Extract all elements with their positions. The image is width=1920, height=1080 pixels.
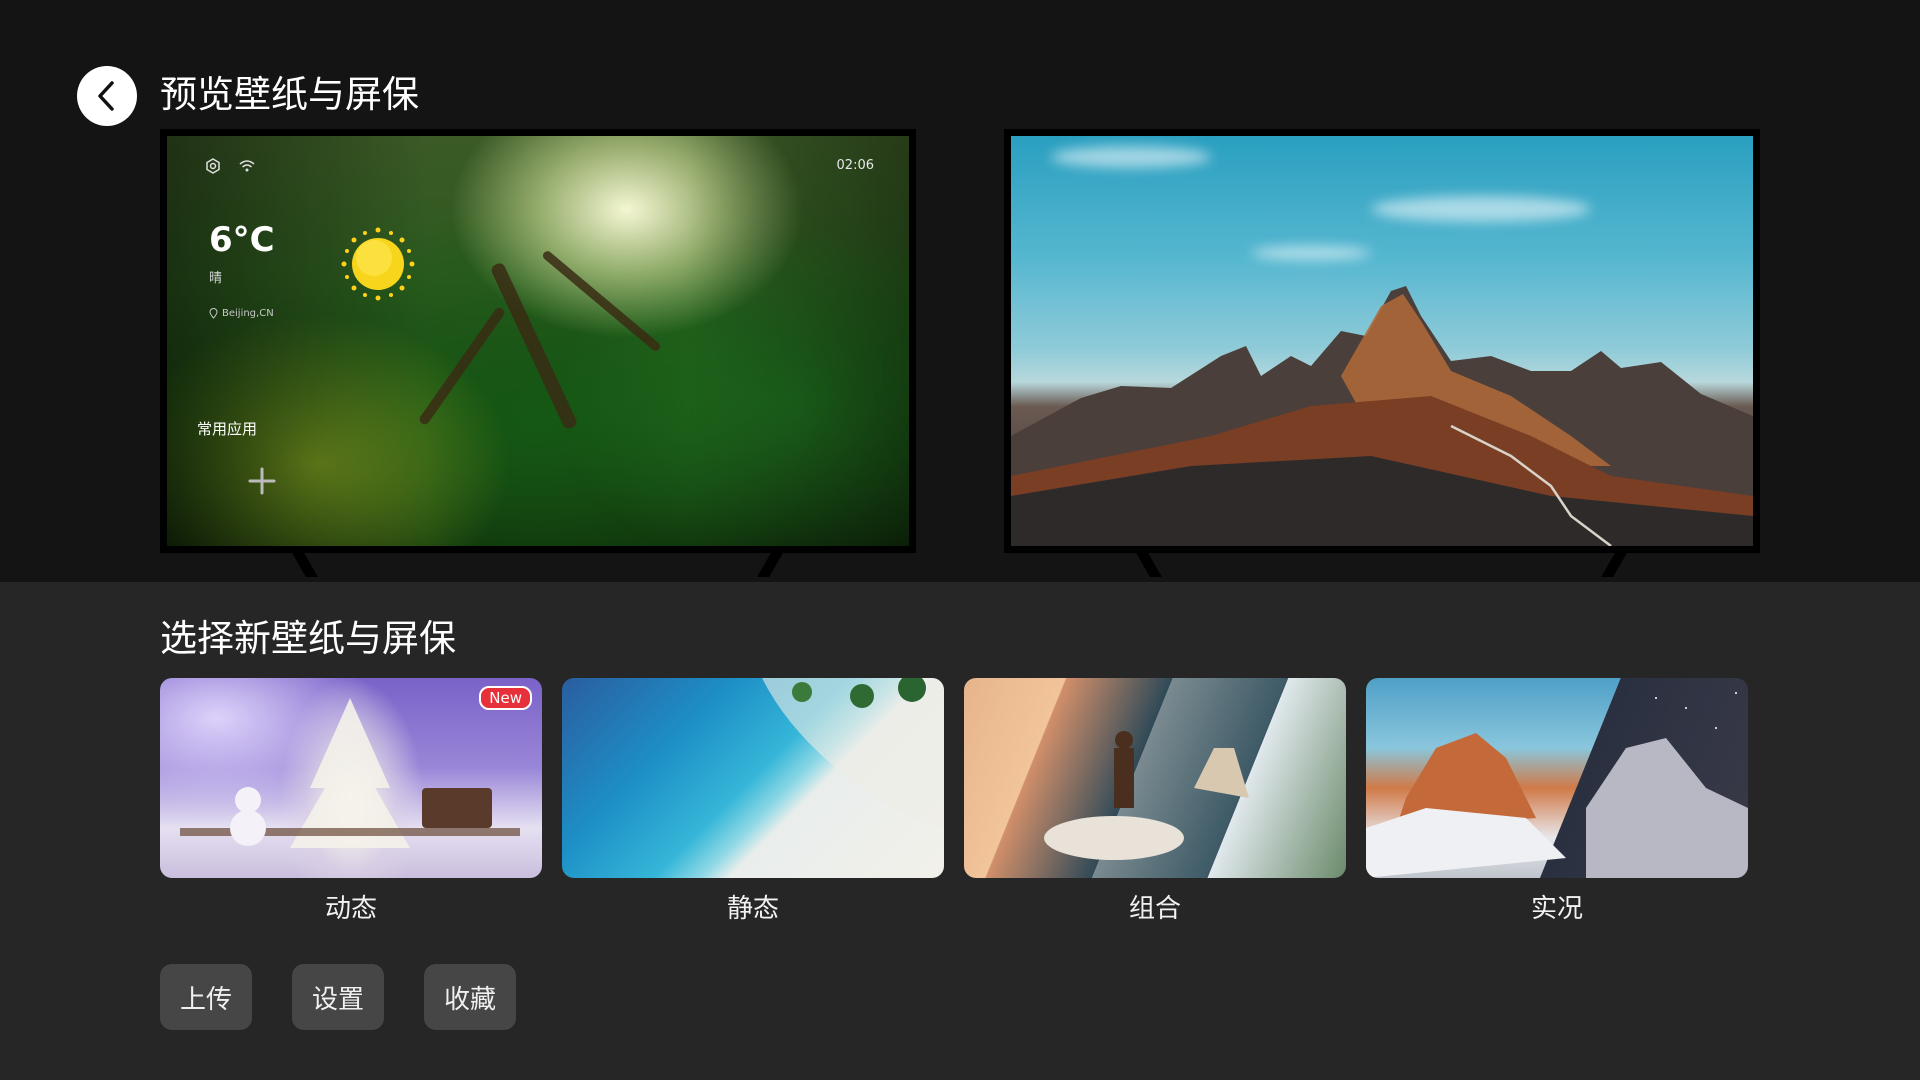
plus-icon xyxy=(248,467,276,495)
location-text: Beijing,CN xyxy=(222,308,274,319)
category-card-combo[interactable] xyxy=(964,678,1346,878)
home-screen-preview: 02:06 6°C 晴 Beijing,CN 常用应用 xyxy=(160,129,916,553)
page-title: 预览壁纸与屏保 xyxy=(160,73,419,116)
back-arrow-icon xyxy=(98,81,114,111)
weather-condition: 晴 xyxy=(209,271,223,286)
location-pin-icon xyxy=(209,308,218,319)
category-card-dynamic[interactable]: New xyxy=(160,678,542,878)
sun-icon xyxy=(341,227,415,301)
category-label-combo: 组合 xyxy=(1128,894,1181,924)
temperature: 6°C xyxy=(209,220,275,260)
back-button[interactable] xyxy=(77,66,137,126)
settings-button[interactable]: 设置 xyxy=(292,964,384,1030)
favorites-button[interactable]: 收藏 xyxy=(424,964,516,1030)
settings-icon xyxy=(206,158,220,174)
location: Beijing,CN xyxy=(209,308,274,319)
upload-button[interactable]: 上传 xyxy=(160,964,252,1030)
frequent-apps-label: 常用应用 xyxy=(197,420,258,438)
screensaver-preview xyxy=(1004,129,1760,553)
forest-wallpaper xyxy=(167,136,909,546)
screensaver-display xyxy=(1011,136,1753,546)
category-card-static[interactable] xyxy=(562,678,944,878)
mountain-wallpaper xyxy=(1011,136,1753,546)
clock: 02:06 xyxy=(836,158,874,173)
category-label-live: 实况 xyxy=(1530,894,1583,924)
category-label-static: 静态 xyxy=(726,894,779,924)
home-screen-display: 02:06 6°C 晴 Beijing,CN 常用应用 xyxy=(167,136,909,546)
category-label-dynamic: 动态 xyxy=(324,894,377,924)
section-title: 选择新壁纸与屏保 xyxy=(160,617,456,660)
new-badge: New xyxy=(479,686,532,710)
status-bar xyxy=(205,158,255,174)
category-card-live[interactable] xyxy=(1366,678,1748,878)
wifi-icon xyxy=(239,160,255,172)
